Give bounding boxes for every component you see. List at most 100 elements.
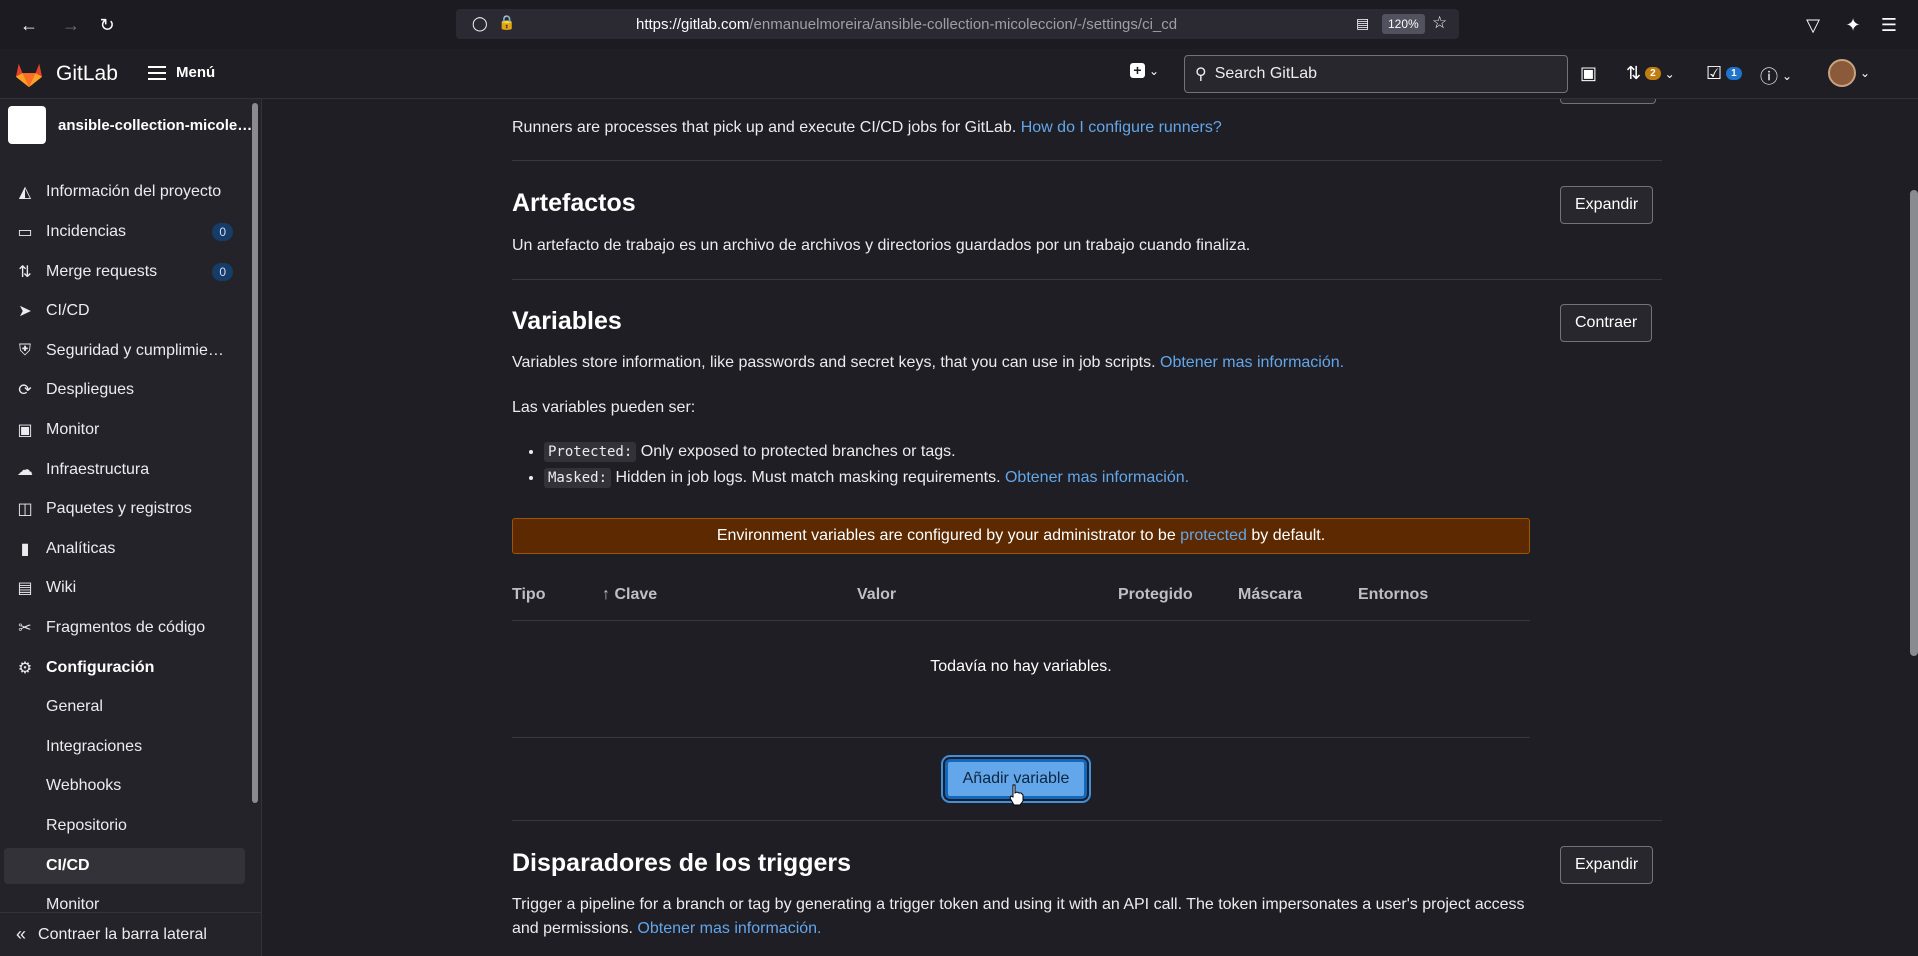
sidebar-item-label: Merge requests bbox=[46, 263, 158, 280]
page-scrollbar[interactable] bbox=[1910, 190, 1918, 656]
count-badge: 0 bbox=[212, 263, 233, 281]
brand-name[interactable]: GitLab bbox=[56, 62, 118, 86]
chevron-down-icon: ⌄ bbox=[1860, 66, 1871, 80]
runners-toggle-button[interactable] bbox=[1560, 99, 1656, 104]
sort-arrow-up-icon: ↑ bbox=[602, 586, 610, 603]
masked-help-link[interactable]: Obtener mas información. bbox=[1005, 469, 1189, 486]
artifacts-description: Un artefacto de trabajo es un archivo de… bbox=[512, 237, 1251, 254]
sidebar-item-packages[interactable]: ◫ Paquetes y registros bbox=[4, 491, 245, 527]
masked-item: Masked: Hidden in job logs. Must match m… bbox=[544, 465, 1189, 491]
sidebar-item-settings[interactable]: ⚙ Configuración bbox=[4, 650, 245, 686]
sidebar-item-label: Infraestructura bbox=[46, 461, 150, 478]
triggers-expand-button[interactable]: Expandir bbox=[1560, 846, 1654, 884]
todos-button[interactable]: ☑ 1 bbox=[1706, 63, 1742, 84]
sidebar-item-cicd[interactable]: ➤ CI/CD bbox=[4, 293, 245, 329]
protected-item: Protected: Only exposed to protected bra… bbox=[544, 439, 1189, 465]
collapse-sidebar-button[interactable]: « Contraer la barra lateral bbox=[0, 912, 261, 956]
sidebar-item-issues[interactable]: ▭ Incidencias 0 bbox=[4, 214, 245, 250]
shield-icon: ⛨ bbox=[18, 342, 31, 359]
column-masked[interactable]: Máscara bbox=[1238, 586, 1302, 604]
count-badge: 0 bbox=[212, 223, 233, 241]
merge-requests-dropdown[interactable]: ⇅ 2 ⌄ bbox=[1626, 63, 1675, 84]
snippet-icon: ✂ bbox=[18, 620, 32, 637]
triggers-help-link[interactable]: Obtener mas información. bbox=[637, 920, 821, 937]
sidebar-subitem-cicd[interactable]: CI/CD bbox=[4, 848, 245, 884]
main-content: Runners are processes that pick up and e… bbox=[262, 99, 1918, 956]
sidebar-item-infrastructure[interactable]: ☁ Infraestructura bbox=[4, 452, 245, 488]
sidebar-item-label: Analíticas bbox=[46, 540, 116, 557]
sidebar-scrollbar[interactable] bbox=[252, 103, 258, 803]
hand-cursor-icon bbox=[1009, 784, 1024, 806]
variables-collapse-button[interactable]: Contraer bbox=[1560, 304, 1653, 342]
table-header-divider bbox=[512, 620, 1530, 621]
sidebar-subitem-webhooks[interactable]: Webhooks bbox=[4, 768, 245, 804]
project-header[interactable]: ansible-collection-micoleccion bbox=[8, 106, 258, 144]
url-bar[interactable]: ◯ 🔒 https://gitlab.com/enmanuelmoreira/a… bbox=[456, 9, 1459, 39]
alert-protected-link[interactable]: protected bbox=[1180, 527, 1247, 545]
merge-request-icon: ⇅ bbox=[18, 264, 32, 281]
gitlab-logo-icon[interactable] bbox=[14, 60, 44, 88]
sidebar-subitem-integrations[interactable]: Integraciones bbox=[4, 729, 245, 765]
artifacts-expand-button[interactable]: Expandir bbox=[1560, 186, 1654, 224]
browser-menu-icon[interactable]: ☰ bbox=[1874, 10, 1904, 40]
table-bottom-divider bbox=[512, 737, 1530, 738]
new-item-dropdown[interactable]: + ⌄ bbox=[1130, 63, 1159, 78]
todo-count-badge: 1 bbox=[1726, 67, 1742, 80]
column-protected[interactable]: Protegido bbox=[1118, 586, 1193, 604]
issues-icon: ▭ bbox=[17, 224, 33, 241]
sidebar-item-snippets[interactable]: ✂ Fragmentos de código bbox=[4, 610, 245, 646]
column-value[interactable]: Valor bbox=[857, 586, 896, 604]
package-icon: ◫ bbox=[17, 501, 33, 518]
menu-label: Menú bbox=[176, 64, 216, 81]
url-text[interactable]: https://gitlab.com/enmanuelmoreira/ansib… bbox=[636, 16, 1177, 33]
book-icon: ▤ bbox=[17, 580, 33, 597]
artifacts-title: Artefactos bbox=[512, 189, 636, 217]
masked-text: Hidden in job logs. Must match masking r… bbox=[615, 469, 1001, 486]
rocket-icon: ➤ bbox=[18, 303, 32, 320]
help-dropdown[interactable]: ⓘ ⌄ bbox=[1760, 63, 1792, 89]
column-environments[interactable]: Entornos bbox=[1358, 586, 1428, 604]
mr-count-badge: 2 bbox=[1645, 67, 1661, 80]
sidebar-item-project-info[interactable]: ◭ Información del proyecto bbox=[4, 174, 245, 210]
column-key[interactable]: ↑ Clave bbox=[602, 586, 657, 604]
sidebar-item-label: Despliegues bbox=[46, 381, 135, 398]
bookmark-star-icon[interactable]: ☆ bbox=[1432, 13, 1447, 33]
column-key-label: Clave bbox=[614, 586, 658, 603]
runners-description: Runners are processes that pick up and e… bbox=[512, 116, 1662, 140]
reader-view-icon[interactable]: ▤ bbox=[1356, 15, 1369, 32]
user-menu[interactable]: ⌄ bbox=[1828, 59, 1870, 87]
browser-toolbar: ← → ↻ ◯ 🔒 https://gitlab.com/enmanuelmor… bbox=[0, 0, 1918, 49]
variables-help-link[interactable]: Obtener mas información. bbox=[1160, 354, 1344, 371]
lock-icon[interactable]: 🔒 bbox=[498, 14, 515, 31]
zoom-level[interactable]: 120% bbox=[1382, 14, 1425, 34]
variables-description-text: Variables store information, like passwo… bbox=[512, 354, 1156, 371]
reload-icon[interactable]: ↻ bbox=[92, 10, 122, 40]
search-input[interactable]: ⚲ Search GitLab bbox=[1184, 55, 1568, 93]
column-type[interactable]: Tipo bbox=[512, 586, 545, 604]
sidebar-item-wiki[interactable]: ▤ Wiki bbox=[4, 570, 245, 606]
forward-icon[interactable]: → bbox=[56, 10, 86, 40]
sidebar-item-analytics[interactable]: ▮ Analíticas bbox=[4, 531, 245, 567]
search-icon: ⚲ bbox=[1195, 66, 1207, 83]
alert-text-end: by default. bbox=[1251, 527, 1326, 544]
menu-button[interactable]: Menú bbox=[148, 64, 215, 81]
shield-icon[interactable]: ◯ bbox=[472, 15, 488, 32]
sidebar-item-label: Incidencias bbox=[46, 223, 127, 240]
sidebar-item-label: Monitor bbox=[46, 421, 100, 438]
runners-help-link[interactable]: How do I configure runners? bbox=[1021, 119, 1222, 136]
sidebar-subitem-general[interactable]: General bbox=[4, 689, 245, 725]
protected-variables-alert: Environment variables are configured by … bbox=[512, 518, 1530, 554]
sidebar-item-label: Seguridad y cumplimiento bbox=[46, 342, 226, 359]
chevron-down-icon: ⌄ bbox=[1782, 69, 1793, 83]
extensions-icon[interactable]: ✦ bbox=[1838, 10, 1868, 40]
back-icon[interactable]: ← bbox=[14, 10, 44, 40]
sidebar-item-merge-requests[interactable]: ⇅ Merge requests 0 bbox=[4, 254, 245, 290]
collapse-sidebar-label: Contraer la barra lateral bbox=[38, 925, 207, 943]
sidebar-item-deployments[interactable]: ⟳ Despliegues bbox=[4, 372, 245, 408]
sidebar-subitem-repository[interactable]: Repositorio bbox=[4, 808, 245, 844]
sidebar-item-security[interactable]: ⛨ Seguridad y cumplimiento bbox=[4, 333, 245, 369]
pocket-icon[interactable]: ▽ bbox=[1798, 10, 1828, 40]
issues-shortcut-icon[interactable]: ▣ bbox=[1580, 63, 1597, 84]
sidebar-item-monitor[interactable]: ▣ Monitor bbox=[4, 412, 245, 448]
project-name: ansible-collection-micoleccion bbox=[58, 116, 258, 134]
